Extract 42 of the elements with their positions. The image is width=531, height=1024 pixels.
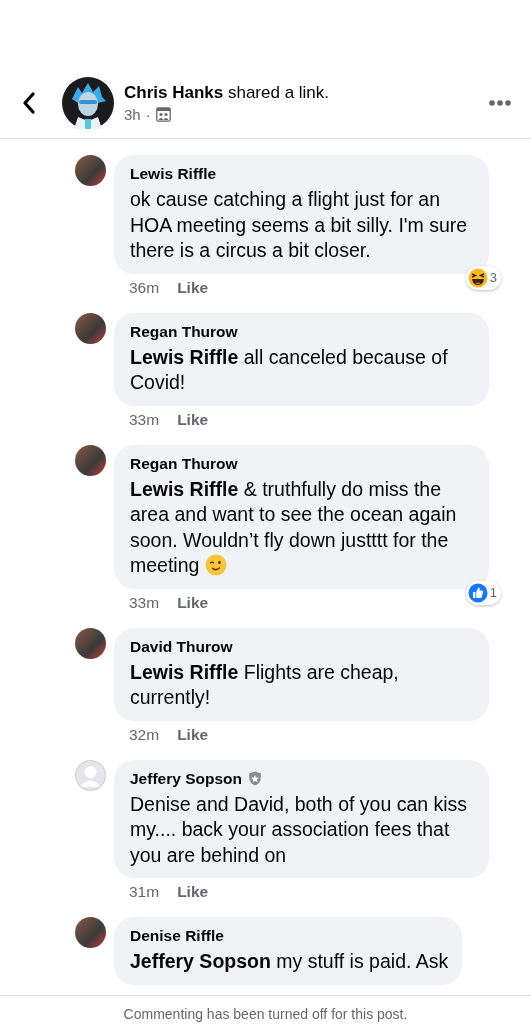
comments-disabled-notice: Commenting has been turned off for this post. [123,1006,408,1022]
separator-dot: · [145,106,151,123]
comment-text: Lewis Riffle & truthfully do miss the area and want to see the ocean again soon. Wouldn’t fly down justttt for the meeting [130,476,458,578]
comment-text: Denise and David, both of you can kiss my.... back your association fees that you are behind on [130,791,469,868]
comment-author[interactable]: Denise Riffle [130,927,224,945]
comment-time: 32m [129,725,160,744]
laughing-emoji-icon [467,267,488,288]
comment-time: 36m [129,278,160,297]
comment-author[interactable]: David Thurow [130,637,233,656]
reaction-count[interactable]: 1 [465,580,501,605]
comment-author[interactable]: Jeffery Sopson [130,769,242,788]
comment-text: Jeffery Sopson my stuff is paid. Ask [130,949,449,974]
like-button[interactable]: Like [177,883,209,901]
shield-icon [248,771,262,786]
post-time: 3h [124,106,141,123]
comment-time: 33m [129,593,160,612]
more-icon [489,100,511,106]
comment-text: ok cause catching a flight just for an HOA meeting seems a bit silly. I'm sure there is a circus a bit closer. [130,187,469,263]
comment-text: Lewis Riffle Flights are cheap, currently! [130,659,400,710]
comment-author[interactable]: Regan Thurow [130,454,238,473]
like-button[interactable]: Like [177,410,209,429]
comment-time: 31m [129,883,160,901]
comment-author[interactable]: Regan Thurow [130,322,238,341]
group-icon [155,107,171,122]
avatar[interactable] [62,77,114,129]
thumbs-up-icon [467,582,488,603]
comment-text: Lewis Riffle all canceled because of Covid! [130,344,449,395]
comment-author[interactable]: Lewis Riffle [130,165,217,183]
wink-emoji-icon [204,554,227,576]
avatar[interactable] [75,917,106,948]
like-button[interactable]: Like [177,278,209,297]
avatar[interactable] [75,627,106,659]
avatar[interactable] [75,155,106,186]
avatar[interactable] [75,312,106,344]
post-title: Chris Hanks shared a link. [124,83,331,103]
comment-time: 33m [129,410,160,429]
reaction-count[interactable]: 3 [465,265,501,290]
like-button[interactable]: Like [177,593,209,612]
more-button[interactable] [489,100,511,106]
back-icon [22,92,36,114]
avatar[interactable] [75,444,106,476]
like-button[interactable]: Like [177,725,209,744]
